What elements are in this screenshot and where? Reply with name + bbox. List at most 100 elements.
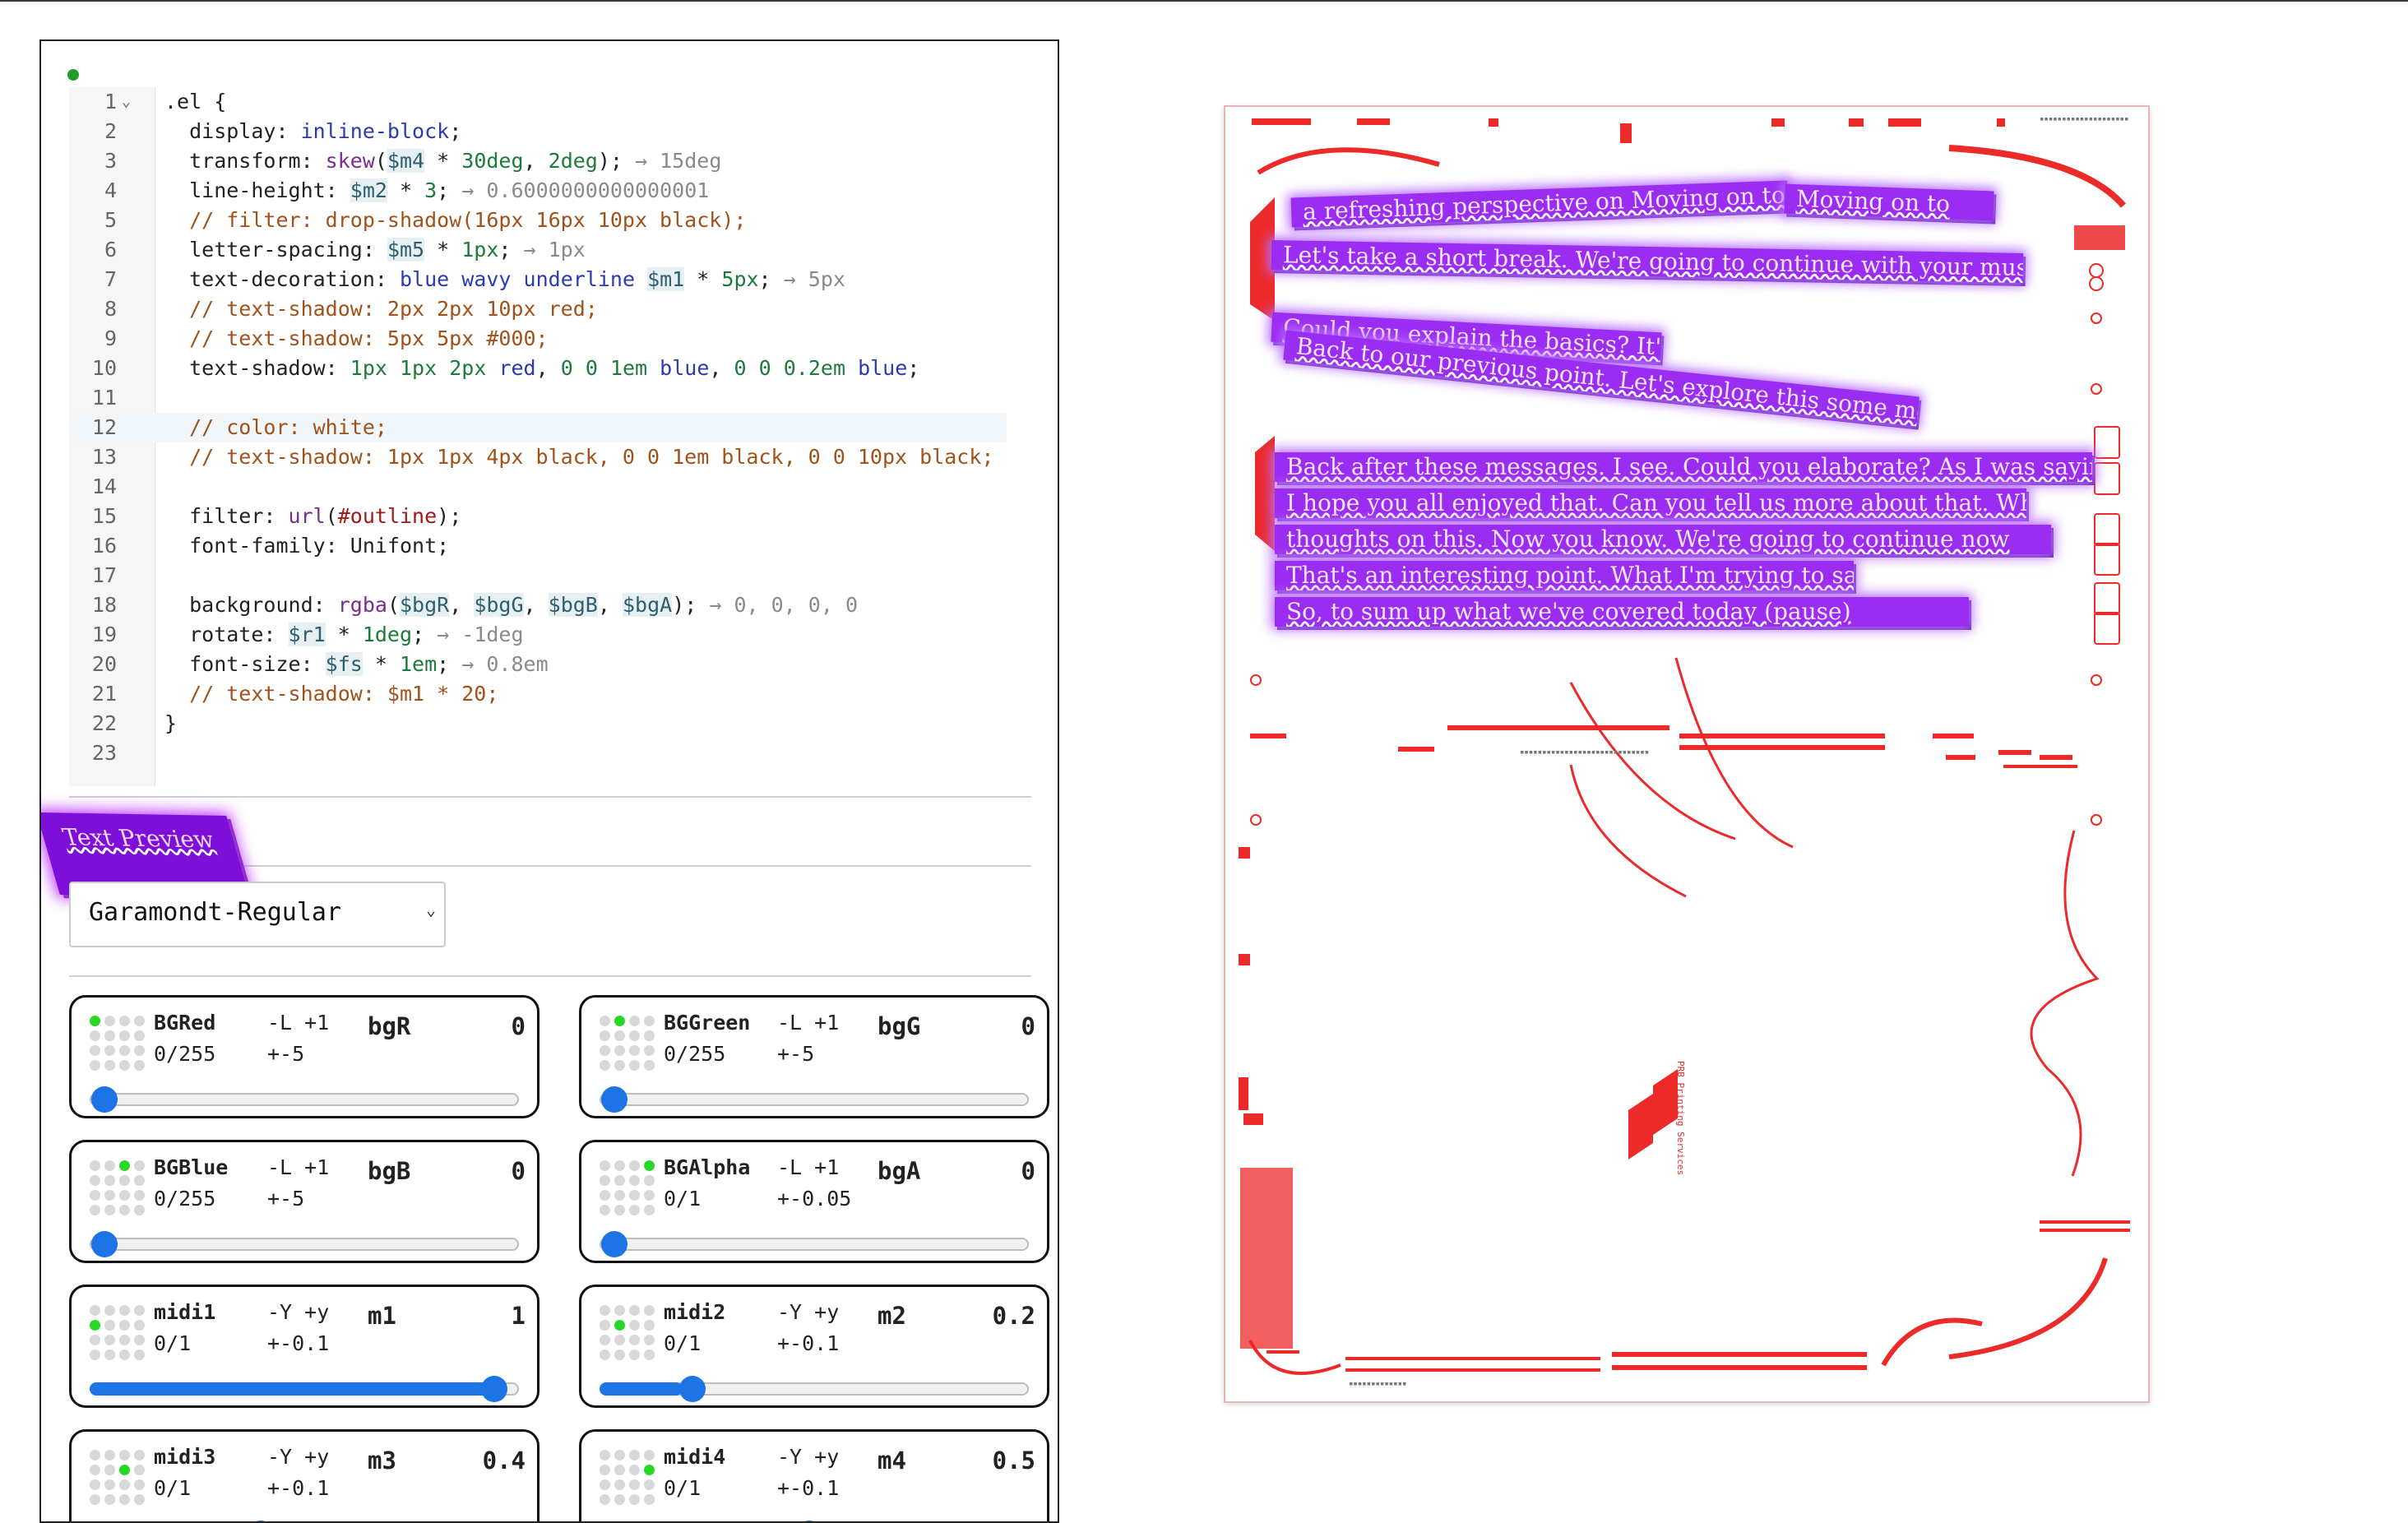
control-keys: -Y +y <box>777 1300 840 1324</box>
control-card-bgB[interactable]: BGBlue 0/255 -L +1 +-5 bgB 0 <box>69 1140 539 1263</box>
slider-thumb[interactable] <box>91 1086 118 1113</box>
code-text: filter: url(#outline); <box>164 504 462 528</box>
slider-thumb[interactable] <box>91 1231 118 1257</box>
poster-mark <box>1239 954 1250 965</box>
font-family-select[interactable]: Garamondt-Regular ⌄ <box>69 882 446 947</box>
value-slider[interactable] <box>90 1086 519 1113</box>
control-step: +-0.05 <box>777 1187 852 1211</box>
poster-text-line: I hope you all enjoyed that. Can you tel… <box>1275 488 2026 518</box>
code-line[interactable]: 19 rotate: $r1 * 1deg; → -1deg <box>69 620 1007 650</box>
control-keys: -L +1 <box>777 1155 840 1179</box>
code-text: // text-shadow: 1px 1px 4px black, 0 0 1… <box>164 445 994 469</box>
evaluated-result: → 15deg <box>635 149 722 173</box>
control-variable: m2 <box>878 1302 906 1330</box>
code-line[interactable]: 23 <box>69 738 1007 768</box>
code-line[interactable]: 22} <box>69 709 1007 738</box>
code-line[interactable]: 8 // text-shadow: 2px 2px 10px red; <box>69 294 1007 324</box>
slider-thumb[interactable] <box>601 1231 627 1257</box>
poster-fine-print: ▪▪▪▪▪▪▪▪▪▪▪▪▪▪▪▪▪▪▪▪▪▪▪▪▪▪▪▪▪ <box>1520 748 1650 757</box>
code-text: rotate: $r1 * 1deg; → -1deg <box>164 623 524 646</box>
control-card-m2[interactable]: midi2 0/1 -Y +y +-0.1 m2 0.2 <box>579 1285 1049 1408</box>
poster-mark <box>1240 1168 1293 1349</box>
slider-thumb[interactable] <box>679 1376 706 1402</box>
value-slider[interactable] <box>600 1086 1029 1113</box>
poster-circle-mark <box>1250 674 1262 686</box>
slider-thumb[interactable] <box>481 1376 507 1402</box>
code-line[interactable]: 11 <box>69 383 1007 413</box>
code-line[interactable]: 12 // color: white; <box>69 413 1007 442</box>
value-slider[interactable] <box>600 1376 1029 1402</box>
code-line[interactable]: 7 text-decoration: blue wavy underline $… <box>69 265 1007 294</box>
line-number: 11 <box>91 386 117 410</box>
code-line[interactable]: 16 font-family: Unifont; <box>69 531 1007 561</box>
code-line[interactable]: 17 <box>69 561 1007 590</box>
value-slider[interactable] <box>90 1231 519 1257</box>
midi-pad-grid-icon <box>600 1305 659 1360</box>
value-slider[interactable] <box>90 1376 519 1402</box>
poster-circle-mark <box>2091 383 2102 395</box>
poster-circle-mark <box>2091 312 2102 324</box>
code-line[interactable]: 10 text-shadow: 1px 1px 2px red, 0 0 1em… <box>69 354 1007 383</box>
line-number: 2 <box>104 119 117 143</box>
code-text: background: rgba($bgR, $bgG, $bgB, $bgA)… <box>164 593 858 617</box>
poster-box-mark <box>2094 513 2120 546</box>
control-range: 0/1 <box>664 1187 702 1211</box>
control-card-bgG[interactable]: BGGreen 0/255 -L +1 +-5 bgG 0 <box>579 995 1049 1118</box>
poster-box-mark <box>2094 543 2120 576</box>
code-line[interactable]: 21 // text-shadow: $m1 * 20; <box>69 679 1007 709</box>
code-line[interactable]: 3 transform: skew($m4 * 30deg, 2deg); → … <box>69 146 1007 176</box>
line-number: 16 <box>91 534 117 558</box>
control-value: 0 <box>511 1157 526 1185</box>
code-text: .el { <box>164 90 227 113</box>
value-slider[interactable] <box>600 1231 1029 1257</box>
fold-chevron-icon[interactable]: ⌄ <box>122 87 131 117</box>
slider-fill <box>90 1382 506 1396</box>
line-number: 8 <box>104 297 117 321</box>
line-number: 9 <box>104 326 117 350</box>
line-number: 20 <box>91 652 117 676</box>
poster-mark <box>1679 745 1885 750</box>
divider <box>69 975 1031 977</box>
poster-box-mark <box>2094 462 2120 495</box>
control-name: midi2 <box>664 1300 726 1324</box>
evaluated-result: → 0.6000000000000001 <box>461 178 710 202</box>
code-line[interactable]: 1 ⌄ .el { <box>69 87 1007 117</box>
code-text: text-shadow: 1px 1px 2px red, 0 0 1em bl… <box>164 356 920 380</box>
code-line[interactable]: 15 filter: url(#outline); <box>69 502 1007 531</box>
control-card-m1[interactable]: midi1 0/1 -Y +y +-0.1 m1 1 <box>69 1285 539 1408</box>
code-text: letter-spacing: $m5 * 1px; → 1px <box>164 238 586 262</box>
code-text: // filter: drop-shadow(16px 16px 10px bl… <box>164 208 747 232</box>
control-card-m4[interactable]: midi4 0/1 -Y +y +-0.1 m4 0.5 <box>579 1429 1049 1521</box>
midi-pad-grid-icon <box>600 1450 659 1505</box>
midi-pad-grid-icon <box>90 1450 149 1505</box>
code-line[interactable]: 13 // text-shadow: 1px 1px 4px black, 0 … <box>69 442 1007 472</box>
code-line[interactable]: 5 // filter: drop-shadow(16px 16px 10px … <box>69 206 1007 235</box>
poster-mark <box>1933 734 1974 738</box>
code-line[interactable]: 6 letter-spacing: $m5 * 1px; → 1px <box>69 235 1007 265</box>
control-step: +-5 <box>777 1042 815 1066</box>
code-line[interactable]: 20 font-size: $fs * 1em; → 0.8em <box>69 650 1007 679</box>
control-card-m3[interactable]: midi3 0/1 -Y +y +-0.1 m3 0.4 <box>69 1429 539 1521</box>
code-line[interactable]: 14 <box>69 472 1007 502</box>
code-line[interactable]: 2 display: inline-block; <box>69 117 1007 146</box>
control-card-bgA[interactable]: BGAlpha 0/1 -L +1 +-0.05 bgA 0 <box>579 1140 1049 1263</box>
control-step: +-0.1 <box>267 1476 330 1500</box>
control-panel: 1 ⌄ .el {2 display: inline-block; 3 transfo… <box>39 39 1059 1523</box>
line-number: 3 <box>104 149 117 173</box>
line-number: 19 <box>91 623 117 646</box>
control-card-bgR[interactable]: BGRed 0/255 -L +1 +-5 bgR 0 <box>69 995 539 1118</box>
slider-thumb[interactable] <box>601 1086 627 1113</box>
line-number: 15 <box>91 504 117 528</box>
line-number: 4 <box>104 178 117 202</box>
code-line[interactable]: 9 // text-shadow: 5px 5px #000; <box>69 324 1007 354</box>
control-step: +-5 <box>267 1187 305 1211</box>
css-code-editor[interactable]: 1 ⌄ .el {2 display: inline-block; 3 transfo… <box>69 87 1007 786</box>
poster-mark <box>1612 1352 1867 1357</box>
control-name: midi4 <box>664 1445 726 1469</box>
poster-mark <box>1679 734 1885 738</box>
line-number: 22 <box>91 711 117 735</box>
poster-mark <box>1250 734 1286 738</box>
code-line[interactable]: 4 line-height: $m2 * 3; → 0.600000000000… <box>69 176 1007 206</box>
code-line[interactable]: 18 background: rgba($bgR, $bgG, $bgB, $b… <box>69 590 1007 620</box>
control-range: 0/1 <box>154 1331 192 1355</box>
